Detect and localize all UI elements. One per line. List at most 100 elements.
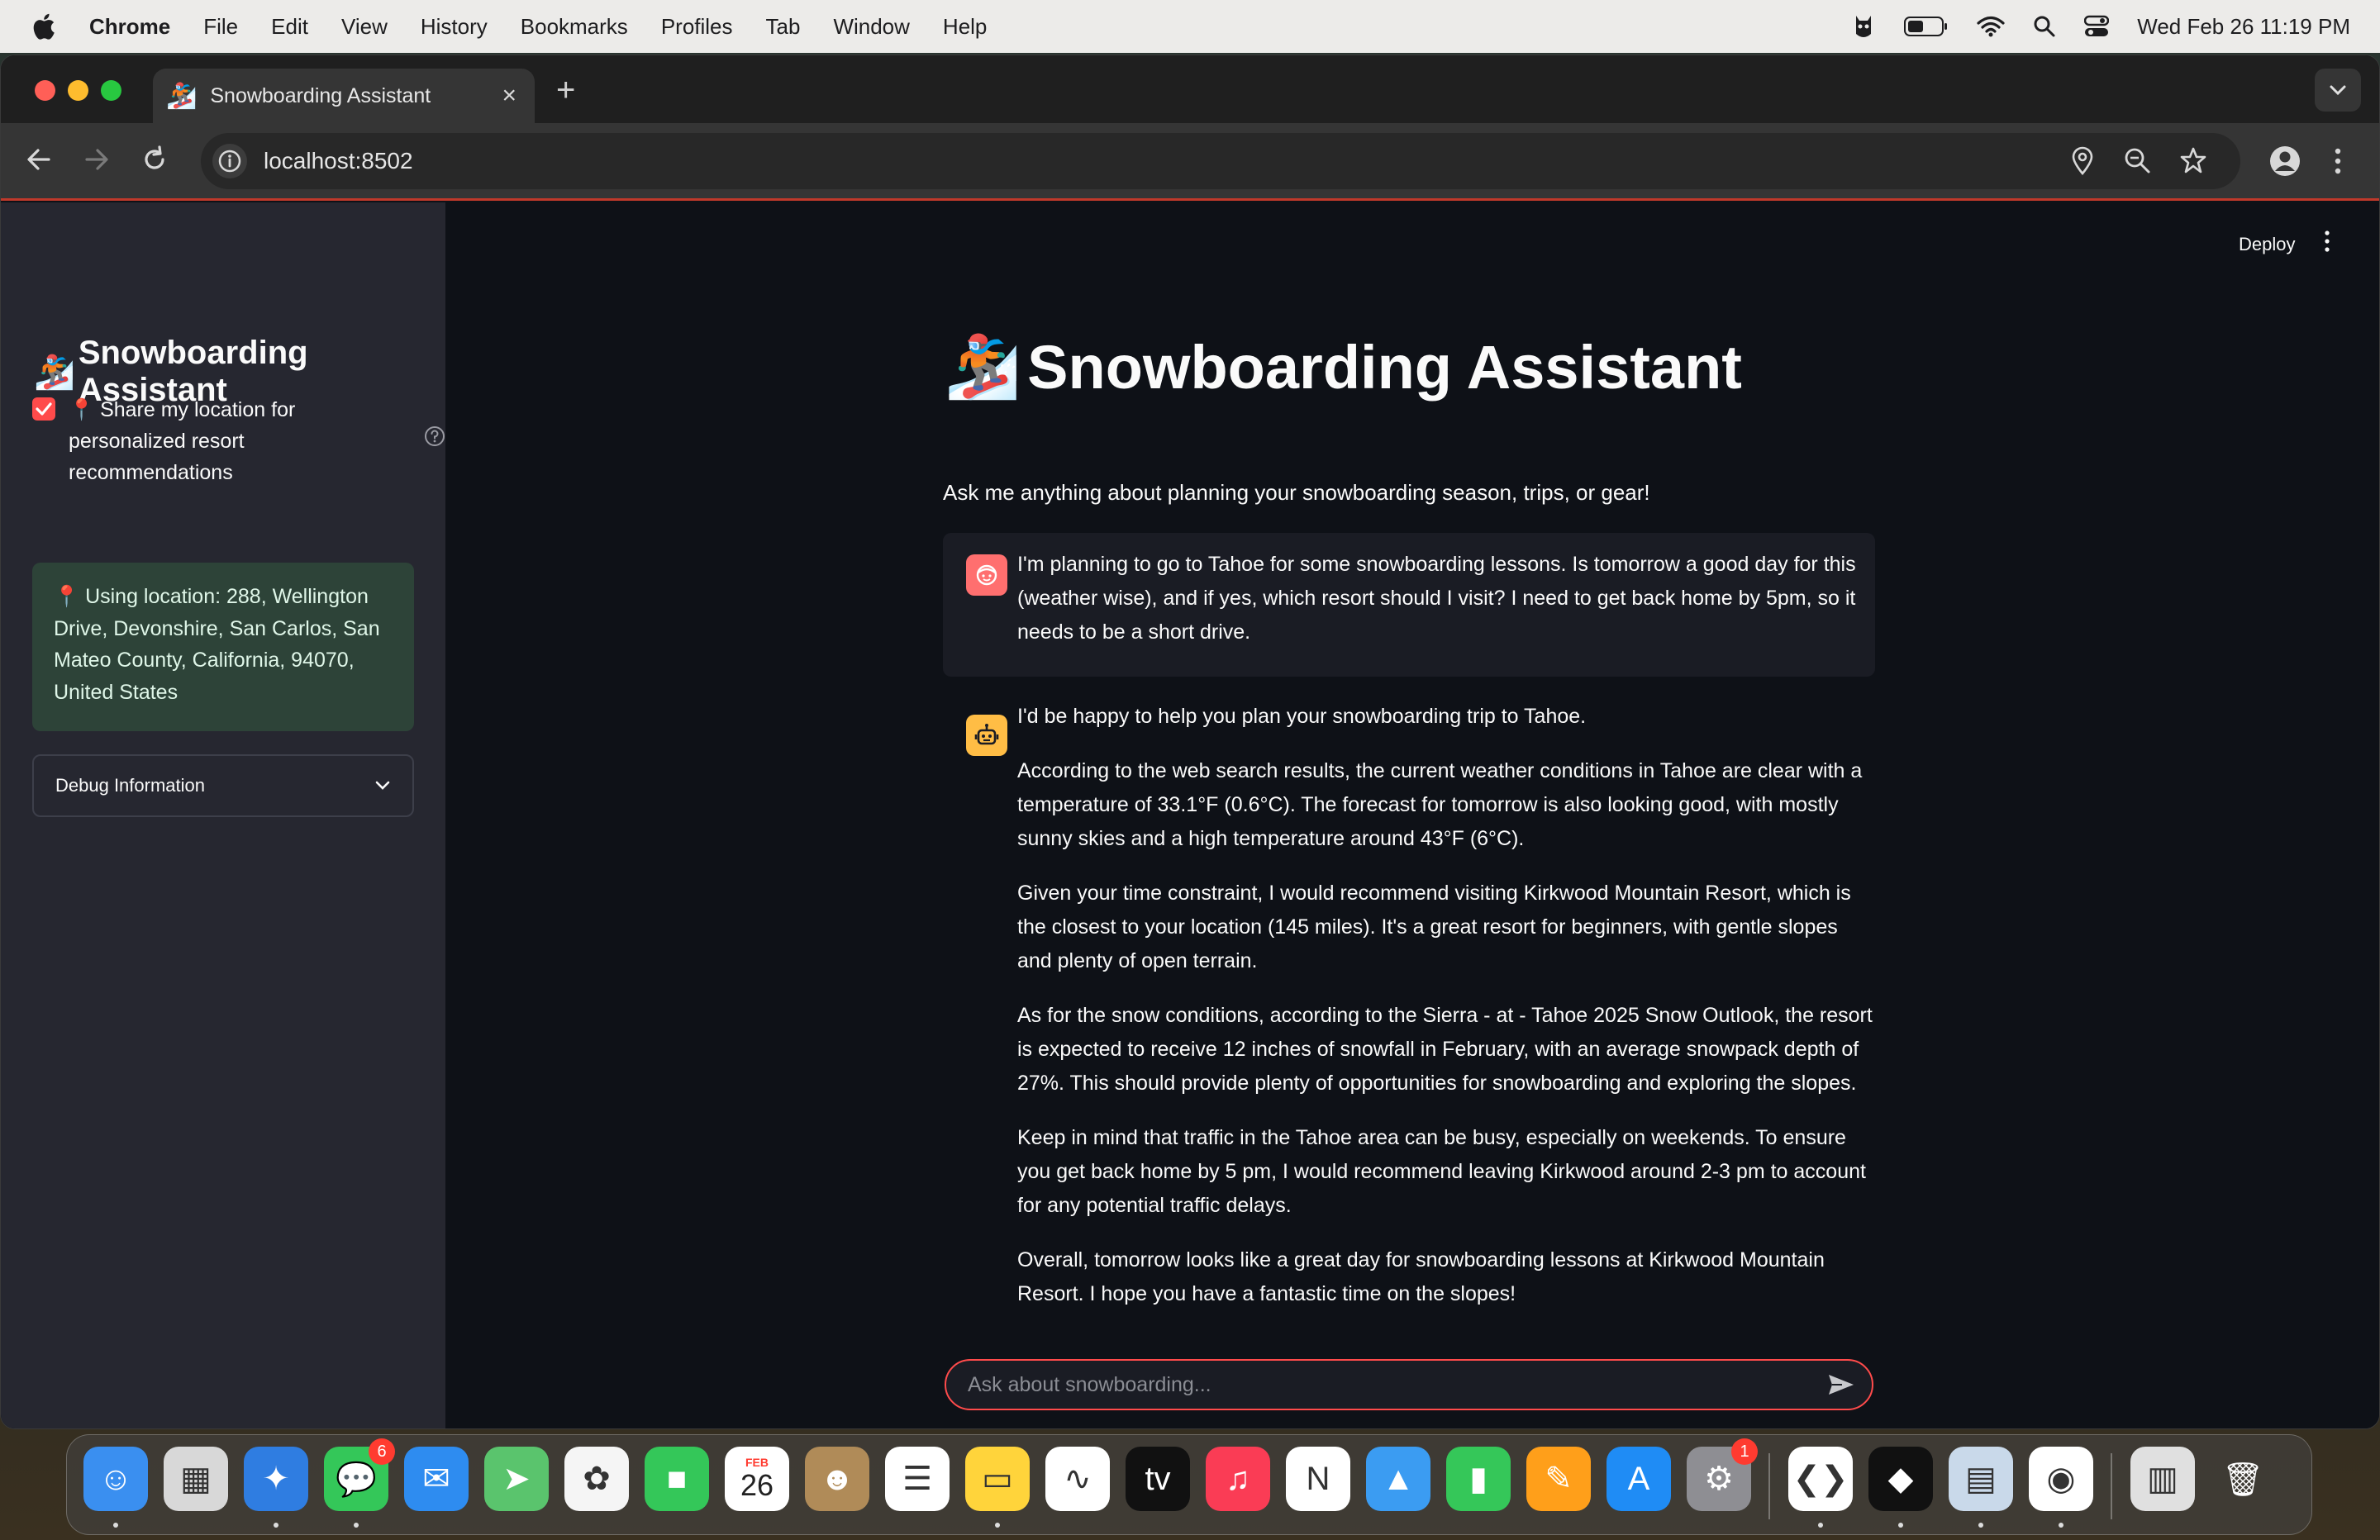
send-button[interactable]	[1827, 1372, 1855, 1397]
photos-icon[interactable]: ✿	[564, 1447, 629, 1511]
running-indicator	[2059, 1523, 2063, 1528]
running-indicator	[274, 1523, 278, 1528]
browser-menu-icon[interactable]	[2333, 145, 2343, 182]
menu-bar: Chrome File Edit View History Bookmarks …	[0, 0, 2380, 53]
safari-icon[interactable]: ✦	[244, 1447, 308, 1511]
dock-separator	[2111, 1453, 2112, 1519]
music-icon[interactable]: ♫	[1206, 1447, 1270, 1511]
chrome-icon[interactable]: ◉	[2029, 1447, 2093, 1511]
preview-icon[interactable]: ▤	[1949, 1447, 2013, 1511]
page-subtitle: Ask me anything about planning your snow…	[943, 480, 1650, 505]
running-indicator	[1978, 1523, 1983, 1528]
assistant-paragraph: Overall, tomorrow looks like a great day…	[1017, 1248, 1825, 1305]
maps-icon[interactable]: ➤	[484, 1447, 549, 1511]
help-icon[interactable]	[424, 425, 445, 451]
menu-edit[interactable]: Edit	[271, 14, 308, 40]
reminders-icon[interactable]: ☰	[885, 1447, 950, 1511]
system-settings-icon[interactable]: ⚙ 1	[1687, 1438, 1758, 1511]
menu-help[interactable]: Help	[943, 14, 987, 40]
menu-profiles[interactable]: Profiles	[661, 14, 733, 40]
chevron-down-icon	[375, 781, 390, 790]
menu-bookmarks[interactable]: Bookmarks	[521, 14, 628, 40]
assistant-paragraph: Given your time constraint, I would reco…	[1017, 882, 1851, 972]
reload-icon	[145, 145, 164, 169]
menu-app-name[interactable]: Chrome	[89, 14, 170, 40]
share-location-checkbox-row[interactable]: 📍 Share my location for personalized res…	[32, 394, 445, 488]
chat-message-assistant: I'd be happy to help you plan your snowb…	[943, 693, 1875, 1338]
apple-menu-icon[interactable]	[30, 12, 63, 41]
new-tab-button[interactable]: +	[556, 72, 575, 109]
downloads-icon[interactable]: ▥	[2130, 1447, 2195, 1511]
user-message-text: I'm planning to go to Tahoe for some sno…	[1017, 553, 1856, 644]
puppet-status-icon[interactable]	[1851, 12, 1876, 40]
browser-toolbar: localhost:8502	[1, 123, 2379, 201]
launchpad-icon[interactable]: ▦	[164, 1447, 228, 1511]
page-title-text: Snowboarding Assistant	[1027, 333, 1742, 402]
share-location-checkbox[interactable]	[32, 397, 55, 421]
app-store-icon[interactable]: A	[1606, 1447, 1671, 1511]
window-maximize-button[interactable]	[101, 80, 121, 101]
notes-icon[interactable]: ▭	[965, 1447, 1030, 1511]
calendar-icon[interactable]: FEB 26	[725, 1447, 789, 1511]
notification-badge: 6	[369, 1438, 395, 1465]
cursor-icon[interactable]: ◆	[1868, 1447, 1933, 1511]
page-title: 🏂 Snowboarding Assistant	[945, 331, 1742, 403]
dock-separator	[1768, 1453, 1770, 1519]
control-center-icon[interactable]	[2084, 15, 2110, 38]
tab-search-button[interactable]	[2315, 69, 2361, 112]
debug-information-label: Debug Information	[55, 775, 205, 796]
menu-file[interactable]: File	[203, 14, 238, 40]
trash-icon[interactable]: 🗑	[2211, 1447, 2275, 1511]
tv-icon[interactable]: tv	[1126, 1447, 1190, 1511]
dock: ☺ ▦ ✦ 💬 6 ✉ ➤ ✿ ■ FEB 26 ☻ ☰ ▭ ∿ tv ♫ N ▲ ▮ ✎ A ⚙ 1 ❮❯ ◆ ▤ ◉ ▥ 🗑	[66, 1434, 2312, 1535]
contacts-icon[interactable]: ☻	[805, 1447, 869, 1511]
forward-button[interactable]	[82, 145, 112, 178]
messages-icon[interactable]: 💬 6	[324, 1438, 395, 1511]
url-text[interactable]: localhost:8502	[264, 148, 413, 174]
assistant-paragraph: I'd be happy to help you plan your snowb…	[1017, 705, 1587, 728]
reload-button[interactable]	[140, 145, 169, 178]
window-minimize-button[interactable]	[68, 80, 88, 101]
running-indicator	[1818, 1523, 1823, 1528]
site-info-icon[interactable]	[212, 144, 247, 178]
freeform-icon[interactable]: ∿	[1045, 1447, 1110, 1511]
vscode-icon[interactable]: ❮❯	[1788, 1447, 1853, 1511]
menu-view[interactable]: View	[341, 14, 388, 40]
address-bar[interactable]: localhost:8502	[201, 133, 2240, 189]
news-icon[interactable]: N	[1286, 1447, 1350, 1511]
zoom-icon[interactable]	[2123, 146, 2151, 180]
checkmark-icon	[36, 402, 52, 416]
spotlight-search-icon[interactable]	[2033, 15, 2056, 38]
bookmark-star-icon[interactable]	[2179, 146, 2207, 180]
arrow-left-icon	[27, 149, 50, 170]
running-indicator	[354, 1523, 359, 1528]
debug-information-expander[interactable]: Debug Information	[32, 754, 414, 817]
facetime-icon[interactable]: ■	[645, 1447, 709, 1511]
mail-icon[interactable]: ✉	[404, 1447, 469, 1511]
menu-window[interactable]: Window	[833, 14, 909, 40]
deploy-button[interactable]: Deploy	[2239, 234, 2295, 255]
assistant-paragraph: According to the web search results, the…	[1017, 759, 1863, 850]
tab-snowboarding-assistant[interactable]: 🏂 Snowboarding Assistant ×	[153, 69, 535, 123]
menu-tab[interactable]: Tab	[766, 14, 801, 40]
app-menu-icon[interactable]	[2323, 229, 2331, 258]
menubar-clock[interactable]: Wed Feb 26 11:19 PM	[2137, 14, 2350, 40]
finder-icon[interactable]: ☺	[83, 1447, 148, 1511]
profile-avatar-icon[interactable]	[2268, 145, 2301, 182]
battery-icon[interactable]	[1904, 16, 1949, 37]
location-pin-icon[interactable]	[2070, 146, 2095, 180]
chat-input[interactable]	[968, 1372, 1827, 1397]
share-location-label[interactable]: 📍 Share my location for personalized res…	[69, 394, 383, 488]
browser-window: 🏂 Snowboarding Assistant × + localhost:8…	[0, 55, 2380, 1429]
window-close-button[interactable]	[35, 80, 55, 101]
numbers-icon[interactable]: ▮	[1446, 1447, 1511, 1511]
chevron-down-icon	[2330, 85, 2346, 96]
running-indicator	[995, 1523, 1000, 1528]
wifi-icon[interactable]	[1977, 16, 2005, 37]
pages-icon[interactable]: ✎	[1526, 1447, 1591, 1511]
tab-close-icon[interactable]: ×	[502, 82, 516, 110]
keynote-icon[interactable]: ▲	[1366, 1447, 1430, 1511]
menu-history[interactable]: History	[421, 14, 488, 40]
back-button[interactable]	[24, 145, 54, 178]
user-avatar-icon	[966, 554, 1007, 596]
